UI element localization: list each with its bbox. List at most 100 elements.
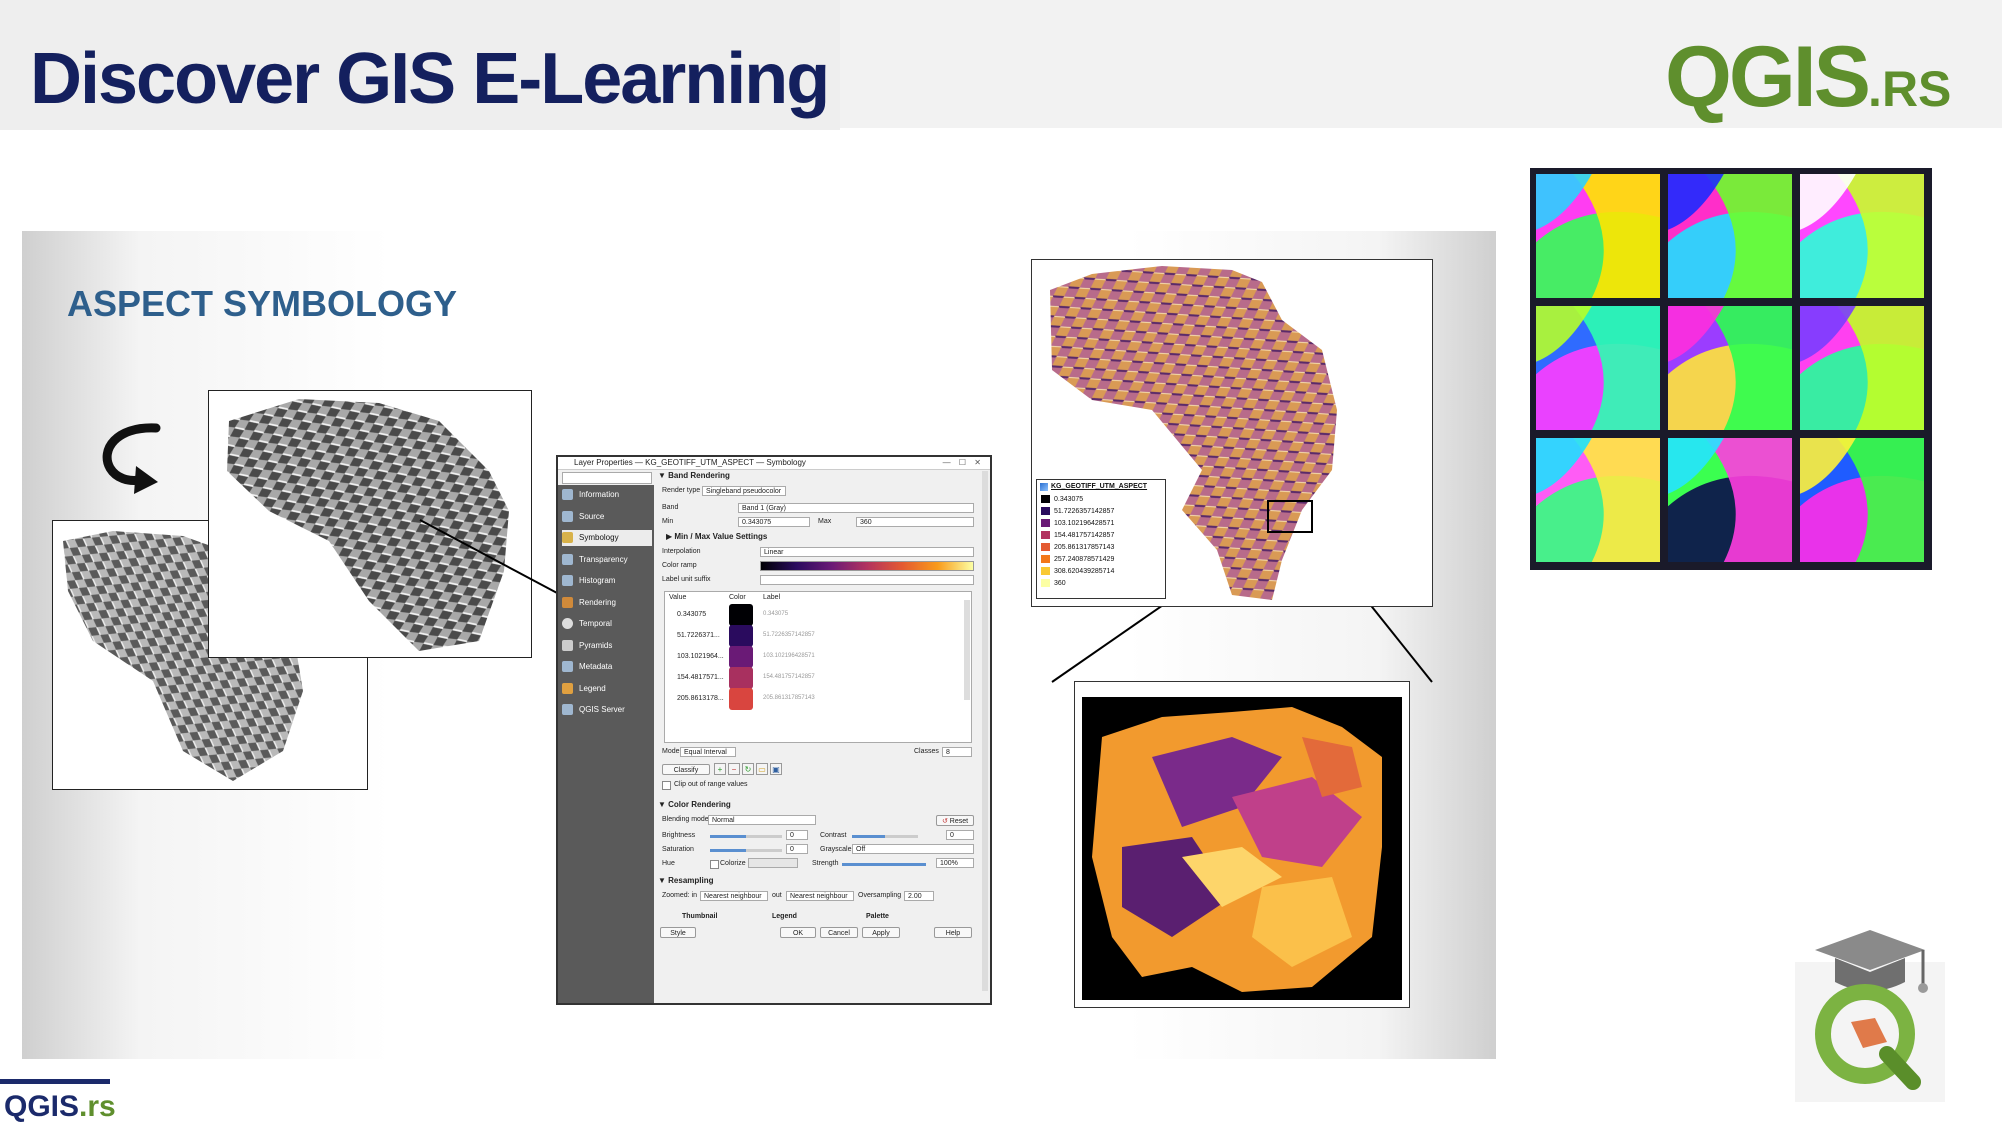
legend-swatch (1041, 495, 1050, 504)
table-row-value[interactable]: 0.343075 (677, 611, 706, 618)
aspect-gallery-tile (1668, 438, 1792, 562)
colorize-color-button[interactable] (748, 858, 798, 868)
mode-select[interactable]: Equal Interval (680, 747, 736, 757)
cancel-button[interactable]: Cancel (820, 927, 858, 938)
band-select[interactable]: Band 1 (Gray) (738, 503, 974, 513)
table-row-color-swatch[interactable] (729, 625, 753, 647)
aspect-gallery-tile (1800, 438, 1924, 562)
column-color[interactable]: Color (729, 594, 746, 601)
column-value[interactable]: Value (669, 594, 686, 601)
grayscale-select[interactable]: Off (852, 844, 974, 854)
render-type-select[interactable]: Singleband pseudocolor (702, 486, 786, 496)
footer-logo[interactable]: QGIS.rs (4, 1090, 116, 1124)
column-label[interactable]: Label (763, 594, 780, 601)
clip-label: Clip out of range values (674, 781, 748, 788)
table-row-color-swatch[interactable] (729, 688, 753, 710)
folder-icon[interactable]: ▭ (756, 763, 768, 775)
blending-select[interactable]: Normal (708, 815, 816, 825)
legend-entry: 360 (1041, 578, 1066, 589)
help-button[interactable]: Help (934, 927, 972, 938)
sidebar-item-information[interactable]: Information (562, 487, 652, 503)
add-class-icon[interactable]: + (714, 763, 726, 775)
clip-checkbox[interactable] (662, 781, 671, 790)
min-input[interactable]: 0.343075 (738, 517, 810, 527)
strength-slider[interactable] (842, 863, 926, 866)
section-minmax-settings[interactable]: ▶ Min / Max Value Settings (666, 532, 767, 541)
qgis-graduation-badge (1795, 922, 1945, 1102)
sidebar-item-temporal[interactable]: Temporal (562, 616, 652, 632)
table-row-label[interactable]: 205.861317857143 (763, 695, 815, 701)
brightness-slider[interactable] (710, 835, 746, 838)
legend-entry: 154.481757142857 (1041, 530, 1114, 541)
contrast-slider[interactable] (852, 835, 885, 838)
sidebar-item-symbology[interactable]: Symbology (562, 530, 652, 546)
classes-spinbox[interactable]: 8 (942, 747, 972, 757)
tab-palette[interactable]: Palette (866, 913, 889, 920)
zoomed-in-select[interactable]: Nearest neighbour (700, 891, 768, 901)
tab-thumbnail[interactable]: Thumbnail (682, 913, 717, 920)
window-controls[interactable]: — ☐ ✕ (943, 458, 984, 467)
sidebar-item-transparency[interactable]: Transparency (562, 552, 652, 568)
sidebar-item-metadata[interactable]: Metadata (562, 659, 652, 675)
sidebar-item-pyramids[interactable]: Pyramids (562, 638, 652, 654)
sidebar-search-input[interactable] (562, 472, 652, 484)
graduation-cap-icon (1795, 930, 1945, 1102)
table-row-value[interactable]: 205.8613178... (677, 695, 724, 702)
zoomed-aspect-frame (1074, 681, 1410, 1008)
legend-entry: 103.102196428571 (1041, 518, 1114, 529)
section-band-rendering[interactable]: ▼ Band Rendering (658, 471, 730, 480)
table-row-label[interactable]: 154.481757142857 (763, 674, 815, 680)
zoomed-out-select[interactable]: Nearest neighbour (786, 891, 854, 901)
oversampling-spinbox[interactable]: 2.00 (904, 891, 934, 901)
table-row-value[interactable]: 103.1021964... (677, 653, 724, 660)
source-icon (562, 511, 573, 523)
legend-entry: 205.861317857143 (1041, 542, 1114, 553)
sidebar-item-histogram[interactable]: Histogram (562, 573, 652, 589)
table-row-color-swatch[interactable] (729, 667, 753, 689)
min-label: Min (662, 518, 674, 525)
saturation-slider[interactable] (710, 849, 746, 852)
transparency-icon (562, 554, 573, 566)
strength-input[interactable]: 100% (936, 858, 974, 868)
colorize-checkbox[interactable] (710, 860, 719, 869)
style-button[interactable]: Style (660, 927, 696, 938)
table-row-color-swatch[interactable] (729, 646, 753, 668)
render-type-label: Render type (662, 487, 701, 494)
refresh-icon[interactable]: ↻ (742, 763, 754, 775)
reset-button[interactable]: ↺ Reset (936, 815, 974, 826)
remove-class-icon[interactable]: − (728, 763, 740, 775)
table-row-label[interactable]: 51.7226357142857 (763, 632, 815, 638)
classify-button[interactable]: Classify (662, 764, 710, 775)
legend-swatch (1041, 579, 1050, 588)
rendering-icon (562, 597, 573, 609)
table-row-color-swatch[interactable] (729, 604, 753, 626)
unit-suffix-input[interactable] (760, 575, 974, 585)
apply-button[interactable]: Apply (862, 927, 900, 938)
sidebar-item-qgis-server[interactable]: QGIS Server (562, 702, 652, 718)
brightness-input[interactable]: 0 (786, 830, 808, 840)
tab-legend[interactable]: Legend (772, 913, 797, 920)
aspect-gallery-tile (1536, 306, 1660, 430)
table-row-label[interactable]: 0.343075 (763, 611, 788, 617)
dialog-scrollbar[interactable] (982, 471, 988, 991)
ok-button[interactable]: OK (780, 927, 816, 938)
server-icon (562, 704, 573, 716)
table-row-value[interactable]: 51.7226371... (677, 632, 720, 639)
sidebar-item-legend[interactable]: Legend (562, 681, 652, 697)
interpolation-select[interactable]: Linear (760, 547, 974, 557)
legend-entry: 308.620439285714 (1041, 566, 1114, 577)
saturation-input[interactable]: 0 (786, 844, 808, 854)
color-ramp-select[interactable] (760, 561, 974, 571)
legend-swatch (1041, 519, 1050, 528)
table-row-value[interactable]: 154.4817571... (677, 674, 724, 681)
table-scrollbar[interactable] (964, 600, 970, 700)
sidebar-item-rendering[interactable]: Rendering (562, 595, 652, 611)
dialog-title: Layer Properties — KG_GEOTIFF_UTM_ASPECT… (574, 458, 806, 467)
section-color-rendering[interactable]: ▼ Color Rendering (658, 800, 731, 809)
save-icon[interactable]: ▣ (770, 763, 782, 775)
sidebar-item-source[interactable]: Source (562, 509, 652, 525)
contrast-input[interactable]: 0 (946, 830, 974, 840)
table-row-label[interactable]: 103.102196428571 (763, 653, 815, 659)
section-resampling[interactable]: ▼ Resampling (658, 876, 713, 885)
max-input[interactable]: 360 (856, 517, 974, 527)
